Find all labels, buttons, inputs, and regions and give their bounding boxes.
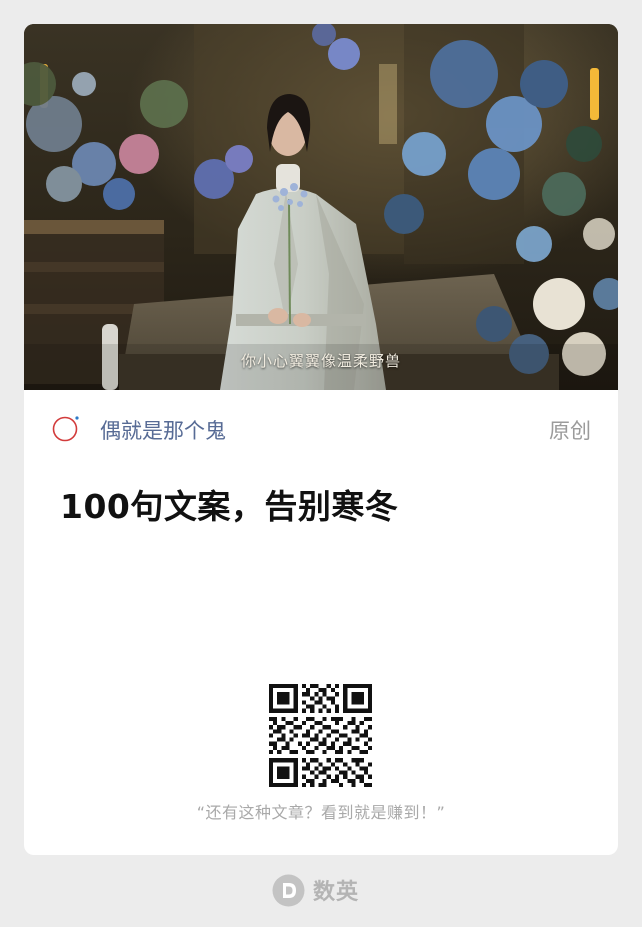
original-tag: 原创	[549, 419, 591, 443]
share-slogan: “还有这种文章？看到就是赚到！”	[196, 803, 446, 822]
video-subtitle: 你小心翼翼像温柔野兽	[240, 352, 401, 370]
article-title[interactable]: 100句文案，告别寒冬	[60, 486, 398, 528]
circle-logo-icon	[52, 416, 79, 442]
cover-photo-illustration	[24, 24, 618, 390]
brand-name: 数英	[313, 880, 360, 905]
author-name[interactable]: 偶就是那个鬼	[100, 417, 226, 445]
shuying-logo-icon	[272, 874, 305, 906]
footer-brand: 数英	[272, 872, 359, 908]
qr-code	[269, 684, 372, 787]
article-share-card[interactable]: 你小心翼翼像温柔野兽 偶就是那个鬼 原创 100句文案，告别寒冬 “还有这种文章…	[24, 24, 618, 855]
author-row[interactable]: 偶就是那个鬼 原创	[24, 390, 618, 458]
cover-image[interactable]: 你小心翼翼像温柔野兽	[24, 24, 618, 390]
